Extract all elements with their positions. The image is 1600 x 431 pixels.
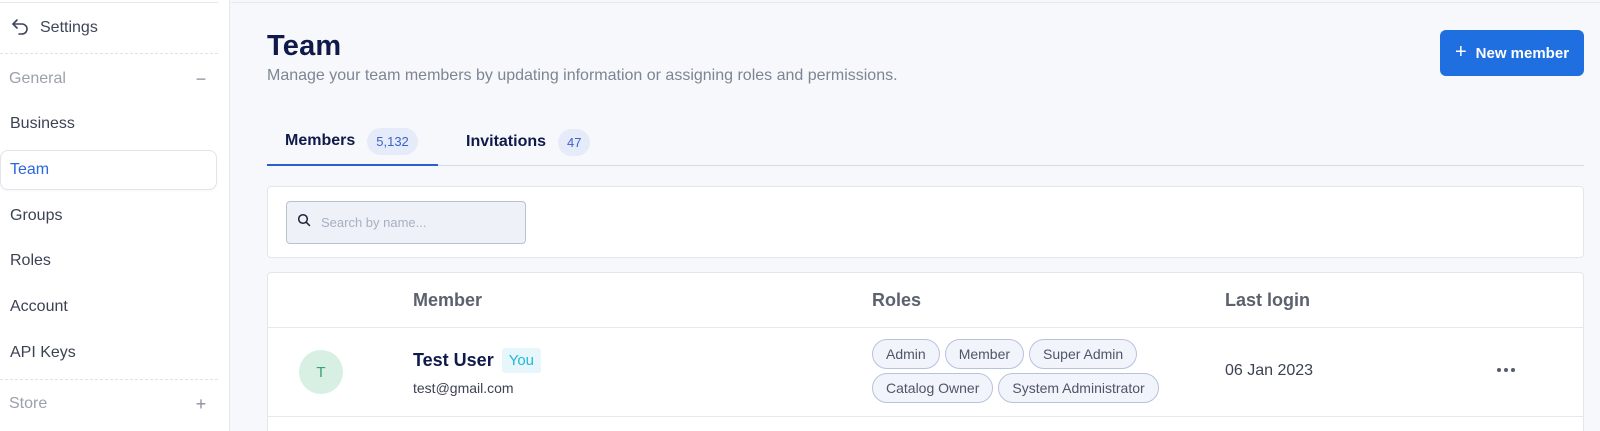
role-chip: Member bbox=[944, 339, 1025, 369]
page-subtitle: Manage your team members by updating inf… bbox=[267, 67, 898, 84]
expand-icon[interactable]: + bbox=[194, 394, 208, 415]
tab-members[interactable]: Members 5,132 bbox=[267, 118, 438, 166]
table-header: Member Roles Last login bbox=[268, 273, 1583, 328]
table-row[interactable]: T Test User You test@gmail.com Admin Mem… bbox=[268, 328, 1583, 417]
sidebar-section-label: Store bbox=[9, 395, 48, 412]
sidebar-section-general[interactable]: General − bbox=[0, 64, 218, 94]
page-title: Team bbox=[267, 30, 342, 62]
search-card bbox=[267, 186, 1584, 258]
members-table: Member Roles Last login T Test User You … bbox=[267, 272, 1584, 431]
sidebar-section-label: General bbox=[9, 70, 66, 87]
back-arrow-icon bbox=[10, 16, 30, 41]
column-header-member[interactable]: Member bbox=[413, 290, 482, 311]
role-chips: Admin Member Super Admin Catalog Owner S… bbox=[872, 339, 1192, 403]
role-chip: System Administrator bbox=[998, 373, 1159, 403]
count-badge: 47 bbox=[558, 128, 591, 156]
sidebar-item-business[interactable]: Business bbox=[0, 104, 217, 144]
count-badge: 5,132 bbox=[367, 127, 418, 155]
sidebar-item-label: Roles bbox=[10, 252, 51, 269]
more-horizontal-icon[interactable] bbox=[1494, 358, 1518, 382]
search-icon bbox=[297, 213, 311, 232]
sidebar: Settings General − Business Team Groups … bbox=[0, 0, 230, 431]
sidebar-item-team[interactable]: Team bbox=[0, 150, 217, 190]
sidebar-section-store[interactable]: Store + bbox=[0, 389, 218, 419]
avatar: T bbox=[299, 350, 343, 394]
sidebar-item-label: Account bbox=[10, 298, 68, 315]
member-name[interactable]: Test User bbox=[413, 350, 494, 371]
settings-label: Settings bbox=[40, 19, 98, 36]
sidebar-item-label: Business bbox=[10, 115, 75, 132]
sidebar-divider bbox=[0, 379, 218, 380]
role-chip: Super Admin bbox=[1029, 339, 1138, 369]
sidebar-item-label: API Keys bbox=[10, 344, 76, 361]
plus-icon: + bbox=[1454, 41, 1467, 63]
main-content: Team Manage your team members by updatin… bbox=[231, 0, 1600, 431]
sidebar-item-roles[interactable]: Roles bbox=[0, 241, 217, 281]
column-header-roles[interactable]: Roles bbox=[872, 290, 921, 311]
you-badge: You bbox=[501, 348, 542, 373]
tab-label: Members bbox=[285, 132, 356, 149]
sidebar-item-groups[interactable]: Groups bbox=[0, 196, 217, 236]
collapse-icon[interactable]: − bbox=[194, 69, 208, 90]
member-email: test@gmail.com bbox=[413, 380, 514, 396]
top-divider bbox=[231, 2, 1600, 3]
tab-invitations[interactable]: Invitations 47 bbox=[466, 118, 591, 166]
sidebar-top-divider bbox=[0, 2, 218, 3]
sidebar-item-account[interactable]: Account bbox=[0, 287, 217, 327]
search-input[interactable] bbox=[321, 215, 511, 230]
sidebar-item-api-keys[interactable]: API Keys bbox=[0, 333, 217, 373]
role-chip: Admin bbox=[872, 339, 940, 369]
sidebar-divider bbox=[0, 53, 218, 54]
new-member-button[interactable]: + New member bbox=[1440, 30, 1584, 76]
sidebar-item-label: Groups bbox=[10, 207, 63, 224]
tab-bar: Members 5,132 Invitations 47 bbox=[267, 118, 1584, 166]
member-name-group: Test User You bbox=[413, 348, 542, 373]
column-header-last-login[interactable]: Last login bbox=[1225, 290, 1310, 311]
settings-back-link[interactable]: Settings bbox=[10, 16, 98, 40]
sidebar-item-label: Team bbox=[10, 161, 50, 178]
new-member-label: New member bbox=[1475, 44, 1570, 62]
search-field[interactable] bbox=[286, 201, 526, 244]
role-chip: Catalog Owner bbox=[872, 373, 994, 403]
tab-label: Invitations bbox=[466, 133, 547, 150]
last-login: 06 Jan 2023 bbox=[1225, 362, 1314, 379]
